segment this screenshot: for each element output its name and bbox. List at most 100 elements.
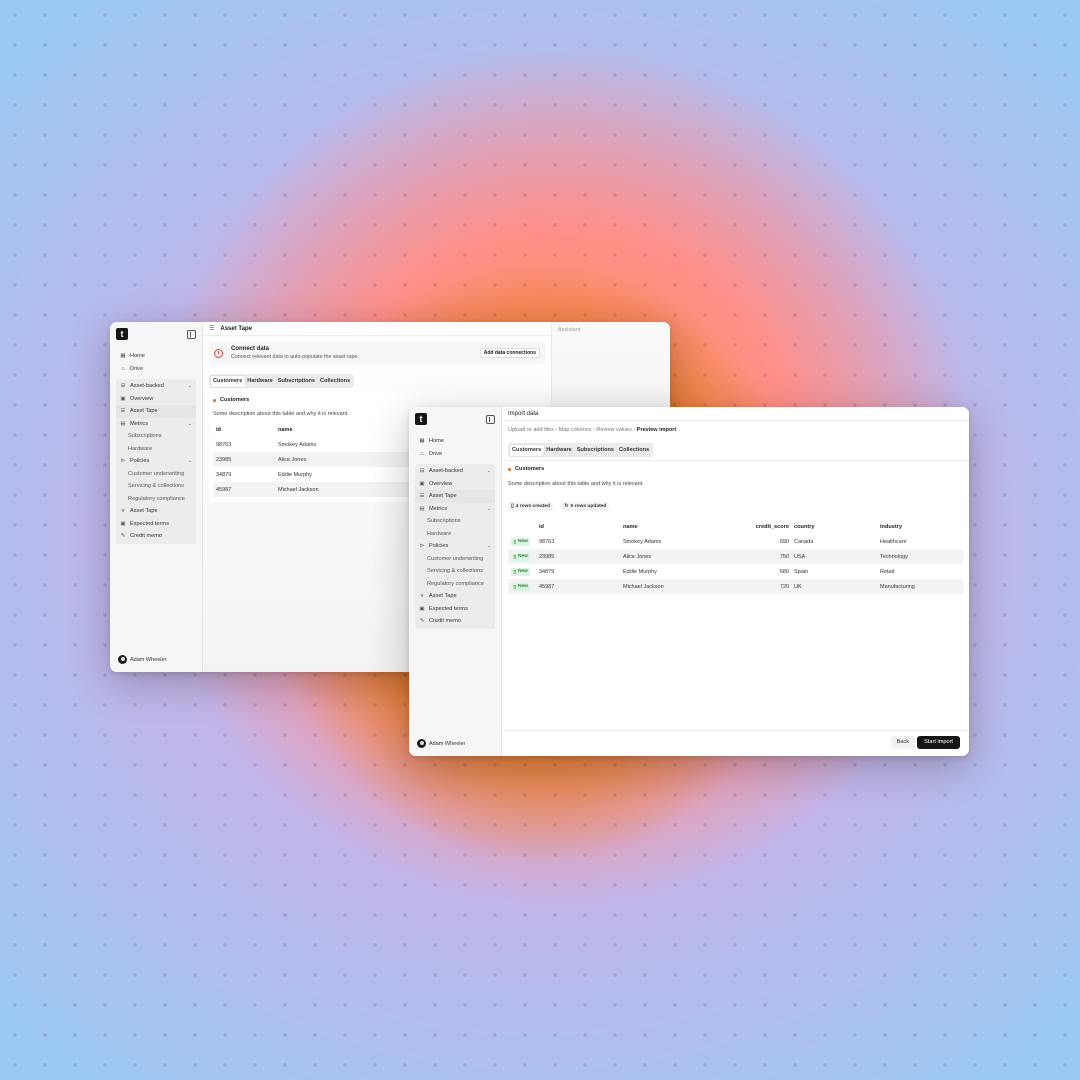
user-profile[interactable]: Adam Wheeler <box>417 739 465 748</box>
user-profile[interactable]: Adam Wheeler <box>118 655 166 664</box>
table-row[interactable]: ▯ New 45987 Michael Jackson 720 UK Manufact… <box>508 579 963 594</box>
sidebar-item-regulatory[interactable]: Regulatory compliance <box>415 578 495 591</box>
tape-icon: ⋎ <box>120 508 126 515</box>
sidebar-item-metrics[interactable]: ▤ Metrics ⌄ <box>116 418 196 431</box>
status-dot <box>213 398 216 402</box>
page-title: Import data <box>508 410 539 417</box>
sidebar-item-subscriptions[interactable]: Subscriptions <box>116 430 196 443</box>
tab-customers[interactable]: Customers <box>509 444 544 456</box>
tab-customers[interactable]: Customers <box>210 375 245 387</box>
tab-subscriptions[interactable]: Subscriptions <box>275 376 317 387</box>
sidebar-item-home[interactable]: ▦ Home <box>415 435 495 448</box>
table-row[interactable]: ▯ New 34879 Eddie Murphy 680 Spain Retail <box>508 564 963 579</box>
table-tabs: Customers Hardware Subscriptions Collect… <box>209 374 355 388</box>
sidebar-item-customer-underwriting[interactable]: Customer underwriting <box>116 468 196 481</box>
sidebar-group-asset-backed[interactable]: ⊟ Asset-backed ⌄ <box>415 465 495 478</box>
breadcrumb-step-upload[interactable]: Upload or add files <box>508 427 554 433</box>
sidebar-item-asset-tape[interactable]: ☰ Asset Tape <box>116 405 196 418</box>
chevron-down-icon: ⌄ <box>486 468 491 475</box>
table-row[interactable]: ▯ New 98763 Smokey Adams 690 Canada Healthc… <box>508 534 963 549</box>
tab-subscriptions[interactable]: Subscriptions <box>574 445 616 456</box>
connect-desc: Connect relevant data to auto-populate t… <box>231 354 359 360</box>
sidebar-item-subscriptions[interactable]: Subscriptions <box>415 515 495 528</box>
grid-icon: ▦ <box>419 438 425 445</box>
breadcrumb-step-review[interactable]: Review values <box>596 427 631 433</box>
sidebar-item-drive[interactable]: ⌂ Drive <box>415 448 495 461</box>
column-header: id <box>539 524 544 530</box>
back-button[interactable]: Back <box>890 736 915 749</box>
database-icon: ☰ <box>209 326 215 332</box>
top-bar: ☰ Asset Tape <box>203 322 551 336</box>
rows-created-badge: ▯ 4 rows created <box>508 501 553 511</box>
metrics-icon: ▤ <box>419 505 425 512</box>
breadcrumb-step-map[interactable]: Map columns <box>559 427 592 433</box>
sidebar: t ▦ Home ⌂ Drive ⊟ Asset-backed ⌄ ▣ Overview … <box>110 322 203 672</box>
chevron-down-icon: ⌄ <box>486 543 491 550</box>
sidebar-item-policies[interactable]: ⊳ Policies ⌄ <box>415 540 495 553</box>
sidebar-toggle-icon[interactable] <box>486 415 495 424</box>
table-tabs: Customers Hardware Subscriptions Collect… <box>508 443 654 457</box>
new-badge: ▯ New <box>511 567 531 576</box>
sidebar-item-asset-tape-2[interactable]: ⋎ Asset Tape <box>116 505 196 518</box>
sidebar-item-credit-memo[interactable]: ✎ Credit memo <box>116 530 196 543</box>
sidebar-item-hardware[interactable]: Hardware <box>415 528 495 541</box>
sidebar-item-hardware[interactable]: Hardware <box>116 443 196 456</box>
sidebar-toggle-icon[interactable] <box>187 330 196 339</box>
sidebar-item-asset-tape-2[interactable]: ⋎ Asset Tape <box>415 590 495 603</box>
chevron-down-icon: ⌄ <box>486 505 491 512</box>
sidebar-item-overview[interactable]: ▣ Overview <box>116 393 196 406</box>
sidebar-item-home[interactable]: ▦ Home <box>116 350 196 363</box>
sidebar-item-regulatory[interactable]: Regulatory compliance <box>116 493 196 506</box>
sidebar-item-customer-underwriting[interactable]: Customer underwriting <box>415 553 495 566</box>
sidebar-item-servicing[interactable]: Servicing & collections <box>415 565 495 578</box>
rows-updated-badge: ↻ 0 rows updated <box>561 501 610 511</box>
file-icon: ▯ <box>513 568 516 574</box>
drive-icon: ⌂ <box>121 365 125 372</box>
assistant-title: Assistant <box>558 327 581 333</box>
sidebar-item-asset-tape[interactable]: ☰ Asset Tape <box>415 490 495 503</box>
terms-icon: ▣ <box>419 605 425 612</box>
sidebar-item-drive[interactable]: ⌂ Drive <box>116 363 196 376</box>
overview-icon: ▣ <box>120 395 126 402</box>
refresh-icon: ↻ <box>564 504 569 509</box>
column-header: industry <box>880 524 903 530</box>
metrics-icon: ▤ <box>120 420 126 427</box>
tab-collections[interactable]: Collections <box>617 445 652 456</box>
tab-hardware[interactable]: Hardware <box>245 376 276 387</box>
tape-icon: ⋎ <box>419 593 425 600</box>
sidebar-item-expected-terms[interactable]: ▣ Expected terms <box>415 603 495 616</box>
breadcrumb-step-preview: Preview import <box>636 427 677 433</box>
sidebar-item-servicing[interactable]: Servicing & collections <box>116 480 196 493</box>
tab-collections[interactable]: Collections <box>318 376 353 387</box>
page-title: Asset Tape <box>220 325 252 332</box>
sidebar-item-policies[interactable]: ⊳ Policies ⌄ <box>116 455 196 468</box>
sidebar-item-metrics[interactable]: ▤ Metrics ⌄ <box>415 503 495 516</box>
avatar <box>417 739 426 748</box>
new-badge: ▯ New <box>511 582 531 591</box>
memo-icon: ✎ <box>419 618 425 625</box>
status-dot <box>508 467 511 471</box>
briefcase-icon: ⊟ <box>419 468 425 475</box>
overview-icon: ▣ <box>419 480 425 487</box>
chevron-down-icon: ⌄ <box>187 420 192 427</box>
drive-icon: ⌂ <box>420 450 424 457</box>
policies-icon: ⊳ <box>120 458 126 465</box>
sidebar-group-asset-backed[interactable]: ⊟ Asset-backed ⌄ <box>116 380 196 393</box>
new-badge: ▯ New <box>511 552 531 561</box>
file-icon: ▯ <box>511 504 514 509</box>
column-header: name <box>623 524 638 530</box>
sidebar-item-expected-terms[interactable]: ▣ Expected terms <box>116 518 196 531</box>
start-import-button[interactable]: Start import <box>917 736 960 749</box>
connect-data-banner: Connect data Connect relevant data to au… <box>209 342 545 364</box>
database-icon: ☰ <box>120 408 126 415</box>
sidebar-item-overview[interactable]: ▣ Overview <box>415 478 495 491</box>
add-data-connections-button[interactable]: Add data connections <box>479 348 540 358</box>
preview-section: Customers Some description about this ta… <box>502 460 969 594</box>
sidebar-item-credit-memo[interactable]: ✎ Credit memo <box>415 615 495 628</box>
table-row[interactable]: ▯ New 23985 Alice Jones 750 USA Technology <box>508 549 963 564</box>
grid-icon: ▦ <box>120 353 126 360</box>
file-icon: ▯ <box>513 553 516 559</box>
tab-hardware[interactable]: Hardware <box>544 445 575 456</box>
briefcase-icon: ⊟ <box>120 383 126 390</box>
file-icon: ▯ <box>513 583 516 589</box>
